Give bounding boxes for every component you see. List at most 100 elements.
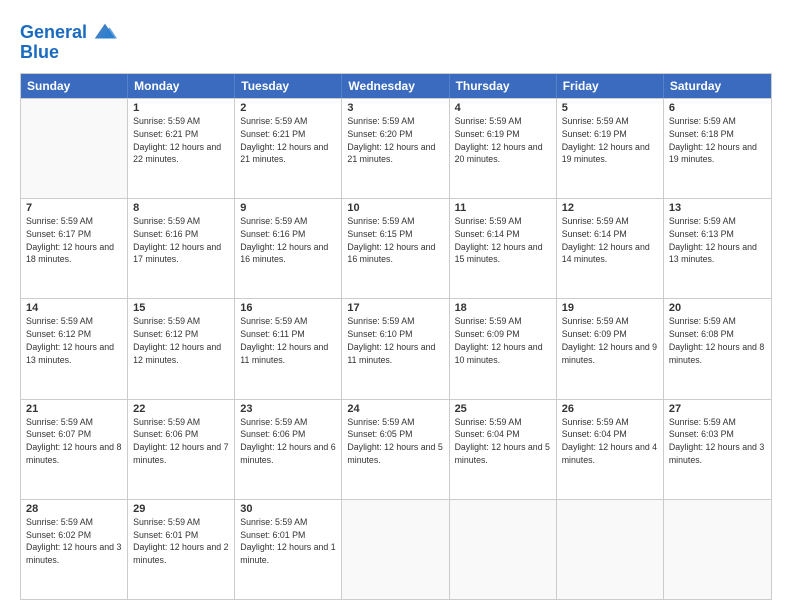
day-number: 28 xyxy=(26,503,122,515)
day-number: 5 xyxy=(562,102,658,114)
day-info: Sunrise: 5:59 AMSunset: 6:14 PMDaylight:… xyxy=(455,215,551,266)
calendar-cell: 4Sunrise: 5:59 AMSunset: 6:19 PMDaylight… xyxy=(450,99,557,198)
day-number: 26 xyxy=(562,403,658,415)
calendar-cell: 11Sunrise: 5:59 AMSunset: 6:14 PMDayligh… xyxy=(450,199,557,298)
calendar-row-0: 1Sunrise: 5:59 AMSunset: 6:21 PMDaylight… xyxy=(21,98,771,198)
day-info: Sunrise: 5:59 AMSunset: 6:04 PMDaylight:… xyxy=(455,416,551,467)
day-info: Sunrise: 5:59 AMSunset: 6:09 PMDaylight:… xyxy=(562,315,658,366)
calendar-cell: 24Sunrise: 5:59 AMSunset: 6:05 PMDayligh… xyxy=(342,400,449,499)
day-number: 19 xyxy=(562,302,658,314)
calendar-cell: 3Sunrise: 5:59 AMSunset: 6:20 PMDaylight… xyxy=(342,99,449,198)
calendar-cell: 17Sunrise: 5:59 AMSunset: 6:10 PMDayligh… xyxy=(342,299,449,398)
day-number: 1 xyxy=(133,102,229,114)
calendar-cell xyxy=(342,500,449,599)
calendar-cell: 16Sunrise: 5:59 AMSunset: 6:11 PMDayligh… xyxy=(235,299,342,398)
calendar-row-4: 28Sunrise: 5:59 AMSunset: 6:02 PMDayligh… xyxy=(21,499,771,599)
page: General Blue SundayMondayTuesdayWednesda… xyxy=(0,0,792,612)
day-info: Sunrise: 5:59 AMSunset: 6:18 PMDaylight:… xyxy=(669,115,766,166)
day-number: 25 xyxy=(455,403,551,415)
calendar-cell: 22Sunrise: 5:59 AMSunset: 6:06 PMDayligh… xyxy=(128,400,235,499)
calendar-cell: 7Sunrise: 5:59 AMSunset: 6:17 PMDaylight… xyxy=(21,199,128,298)
header-day-thursday: Thursday xyxy=(450,74,557,98)
day-info: Sunrise: 5:59 AMSunset: 6:12 PMDaylight:… xyxy=(133,315,229,366)
day-number: 12 xyxy=(562,202,658,214)
header-day-monday: Monday xyxy=(128,74,235,98)
day-info: Sunrise: 5:59 AMSunset: 6:06 PMDaylight:… xyxy=(133,416,229,467)
day-number: 10 xyxy=(347,202,443,214)
day-number: 3 xyxy=(347,102,443,114)
calendar: SundayMondayTuesdayWednesdayThursdayFrid… xyxy=(20,73,772,600)
logo: General Blue xyxy=(20,20,119,63)
calendar-cell: 1Sunrise: 5:59 AMSunset: 6:21 PMDaylight… xyxy=(128,99,235,198)
header-day-sunday: Sunday xyxy=(21,74,128,98)
calendar-cell: 18Sunrise: 5:59 AMSunset: 6:09 PMDayligh… xyxy=(450,299,557,398)
calendar-cell: 6Sunrise: 5:59 AMSunset: 6:18 PMDaylight… xyxy=(664,99,771,198)
day-number: 30 xyxy=(240,503,336,515)
calendar-cell: 27Sunrise: 5:59 AMSunset: 6:03 PMDayligh… xyxy=(664,400,771,499)
day-info: Sunrise: 5:59 AMSunset: 6:05 PMDaylight:… xyxy=(347,416,443,467)
logo-icon xyxy=(91,18,119,46)
header: General Blue xyxy=(20,16,772,63)
header-day-wednesday: Wednesday xyxy=(342,74,449,98)
logo-text: General xyxy=(20,23,87,43)
calendar-body: 1Sunrise: 5:59 AMSunset: 6:21 PMDaylight… xyxy=(21,98,771,599)
day-info: Sunrise: 5:59 AMSunset: 6:21 PMDaylight:… xyxy=(240,115,336,166)
day-info: Sunrise: 5:59 AMSunset: 6:07 PMDaylight:… xyxy=(26,416,122,467)
day-info: Sunrise: 5:59 AMSunset: 6:13 PMDaylight:… xyxy=(669,215,766,266)
day-number: 27 xyxy=(669,403,766,415)
day-number: 13 xyxy=(669,202,766,214)
day-number: 22 xyxy=(133,403,229,415)
day-number: 21 xyxy=(26,403,122,415)
day-info: Sunrise: 5:59 AMSunset: 6:03 PMDaylight:… xyxy=(669,416,766,467)
day-info: Sunrise: 5:59 AMSunset: 6:04 PMDaylight:… xyxy=(562,416,658,467)
header-day-tuesday: Tuesday xyxy=(235,74,342,98)
day-number: 20 xyxy=(669,302,766,314)
calendar-cell: 25Sunrise: 5:59 AMSunset: 6:04 PMDayligh… xyxy=(450,400,557,499)
day-info: Sunrise: 5:59 AMSunset: 6:16 PMDaylight:… xyxy=(133,215,229,266)
day-info: Sunrise: 5:59 AMSunset: 6:14 PMDaylight:… xyxy=(562,215,658,266)
calendar-cell: 19Sunrise: 5:59 AMSunset: 6:09 PMDayligh… xyxy=(557,299,664,398)
calendar-cell: 5Sunrise: 5:59 AMSunset: 6:19 PMDaylight… xyxy=(557,99,664,198)
calendar-cell xyxy=(21,99,128,198)
day-number: 24 xyxy=(347,403,443,415)
calendar-cell: 8Sunrise: 5:59 AMSunset: 6:16 PMDaylight… xyxy=(128,199,235,298)
day-number: 15 xyxy=(133,302,229,314)
day-number: 29 xyxy=(133,503,229,515)
calendar-cell: 21Sunrise: 5:59 AMSunset: 6:07 PMDayligh… xyxy=(21,400,128,499)
calendar-cell: 13Sunrise: 5:59 AMSunset: 6:13 PMDayligh… xyxy=(664,199,771,298)
day-number: 11 xyxy=(455,202,551,214)
calendar-row-3: 21Sunrise: 5:59 AMSunset: 6:07 PMDayligh… xyxy=(21,399,771,499)
day-info: Sunrise: 5:59 AMSunset: 6:21 PMDaylight:… xyxy=(133,115,229,166)
day-number: 6 xyxy=(669,102,766,114)
day-number: 4 xyxy=(455,102,551,114)
calendar-cell xyxy=(664,500,771,599)
day-info: Sunrise: 5:59 AMSunset: 6:19 PMDaylight:… xyxy=(455,115,551,166)
day-info: Sunrise: 5:59 AMSunset: 6:10 PMDaylight:… xyxy=(347,315,443,366)
calendar-cell: 2Sunrise: 5:59 AMSunset: 6:21 PMDaylight… xyxy=(235,99,342,198)
day-number: 2 xyxy=(240,102,336,114)
day-info: Sunrise: 5:59 AMSunset: 6:19 PMDaylight:… xyxy=(562,115,658,166)
day-info: Sunrise: 5:59 AMSunset: 6:17 PMDaylight:… xyxy=(26,215,122,266)
calendar-cell: 23Sunrise: 5:59 AMSunset: 6:06 PMDayligh… xyxy=(235,400,342,499)
calendar-cell: 20Sunrise: 5:59 AMSunset: 6:08 PMDayligh… xyxy=(664,299,771,398)
day-info: Sunrise: 5:59 AMSunset: 6:20 PMDaylight:… xyxy=(347,115,443,166)
day-info: Sunrise: 5:59 AMSunset: 6:08 PMDaylight:… xyxy=(669,315,766,366)
calendar-cell: 30Sunrise: 5:59 AMSunset: 6:01 PMDayligh… xyxy=(235,500,342,599)
day-number: 23 xyxy=(240,403,336,415)
day-info: Sunrise: 5:59 AMSunset: 6:09 PMDaylight:… xyxy=(455,315,551,366)
calendar-cell: 28Sunrise: 5:59 AMSunset: 6:02 PMDayligh… xyxy=(21,500,128,599)
day-info: Sunrise: 5:59 AMSunset: 6:12 PMDaylight:… xyxy=(26,315,122,366)
day-info: Sunrise: 5:59 AMSunset: 6:11 PMDaylight:… xyxy=(240,315,336,366)
calendar-cell: 15Sunrise: 5:59 AMSunset: 6:12 PMDayligh… xyxy=(128,299,235,398)
calendar-cell: 9Sunrise: 5:59 AMSunset: 6:16 PMDaylight… xyxy=(235,199,342,298)
day-info: Sunrise: 5:59 AMSunset: 6:16 PMDaylight:… xyxy=(240,215,336,266)
day-number: 18 xyxy=(455,302,551,314)
day-number: 17 xyxy=(347,302,443,314)
header-day-saturday: Saturday xyxy=(664,74,771,98)
day-info: Sunrise: 5:59 AMSunset: 6:01 PMDaylight:… xyxy=(133,516,229,567)
calendar-header: SundayMondayTuesdayWednesdayThursdayFrid… xyxy=(21,74,771,98)
calendar-cell: 14Sunrise: 5:59 AMSunset: 6:12 PMDayligh… xyxy=(21,299,128,398)
calendar-cell xyxy=(450,500,557,599)
calendar-cell: 10Sunrise: 5:59 AMSunset: 6:15 PMDayligh… xyxy=(342,199,449,298)
calendar-row-1: 7Sunrise: 5:59 AMSunset: 6:17 PMDaylight… xyxy=(21,198,771,298)
